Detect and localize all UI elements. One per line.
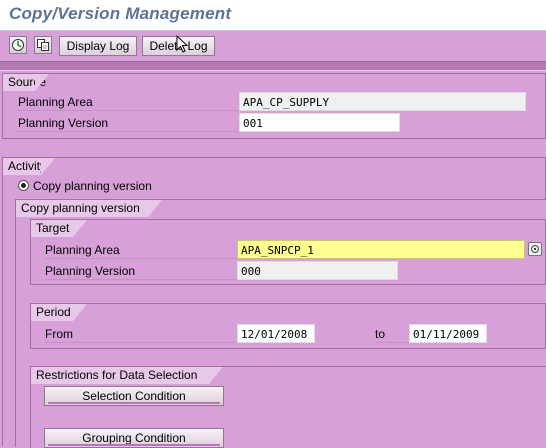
restrictions-header: Restrictions for Data Selection bbox=[31, 367, 223, 384]
value-help-icon[interactable] bbox=[528, 242, 542, 256]
period-from-label: From bbox=[45, 325, 238, 343]
source-planning-area-label: Planning Area bbox=[18, 93, 240, 111]
source-planning-area-field[interactable]: APA_CP_SUPPLY bbox=[239, 92, 526, 111]
target-header: Target bbox=[31, 220, 87, 237]
period-frame: Period From 12/01/2008 to 01/11/2009 bbox=[30, 303, 546, 349]
period-to-field[interactable]: 01/11/2009 bbox=[409, 324, 487, 343]
source-header: Source bbox=[3, 74, 49, 91]
title-bar: Copy/Version Management bbox=[0, 0, 546, 30]
selection-condition-button[interactable]: Selection Condition bbox=[44, 386, 224, 406]
source-frame: Source Planning Area APA_CP_SUPPLY Plann… bbox=[2, 73, 546, 139]
target-planning-area-field[interactable]: APA_SNPCP_1 bbox=[237, 240, 525, 259]
target-frame: Target Planning Area APA_SNPCP_1 Plannin… bbox=[30, 219, 546, 285]
target-planning-version-field[interactable]: 000 bbox=[237, 261, 398, 280]
copy-planning-version-radio-label[interactable]: Copy planning version bbox=[33, 177, 152, 195]
activity-frame: Activity Copy planning version Copy plan… bbox=[2, 157, 546, 448]
period-to-label: to bbox=[375, 325, 409, 343]
page-title: Copy/Version Management bbox=[9, 4, 232, 23]
source-planning-version-field[interactable]: 001 bbox=[239, 113, 400, 132]
period-header: Period bbox=[31, 304, 87, 321]
mouse-cursor-icon bbox=[176, 35, 188, 53]
target-planning-area-label: Planning Area bbox=[45, 241, 238, 259]
execute-icon[interactable] bbox=[9, 36, 27, 54]
copy-icon[interactable] bbox=[34, 36, 52, 54]
period-from-field[interactable]: 12/01/2008 bbox=[237, 324, 315, 343]
copy-planning-version-header: Copy planning version bbox=[16, 200, 162, 217]
activity-header: Activity bbox=[3, 158, 55, 175]
display-log-button[interactable]: Display Log bbox=[59, 36, 137, 56]
copy-planning-version-frame: Copy planning version Target Planning Ar… bbox=[15, 199, 546, 448]
copy-planning-version-radio[interactable] bbox=[18, 180, 29, 191]
restrictions-frame: Restrictions for Data Selection Selectio… bbox=[30, 366, 546, 448]
toolbar-separator bbox=[0, 61, 546, 71]
source-planning-version-label: Planning Version bbox=[18, 114, 240, 132]
grouping-condition-button[interactable]: Grouping Condition bbox=[44, 428, 224, 448]
application-toolbar: Display Log Delete Log bbox=[0, 30, 546, 62]
target-planning-version-label: Planning Version bbox=[45, 262, 238, 280]
